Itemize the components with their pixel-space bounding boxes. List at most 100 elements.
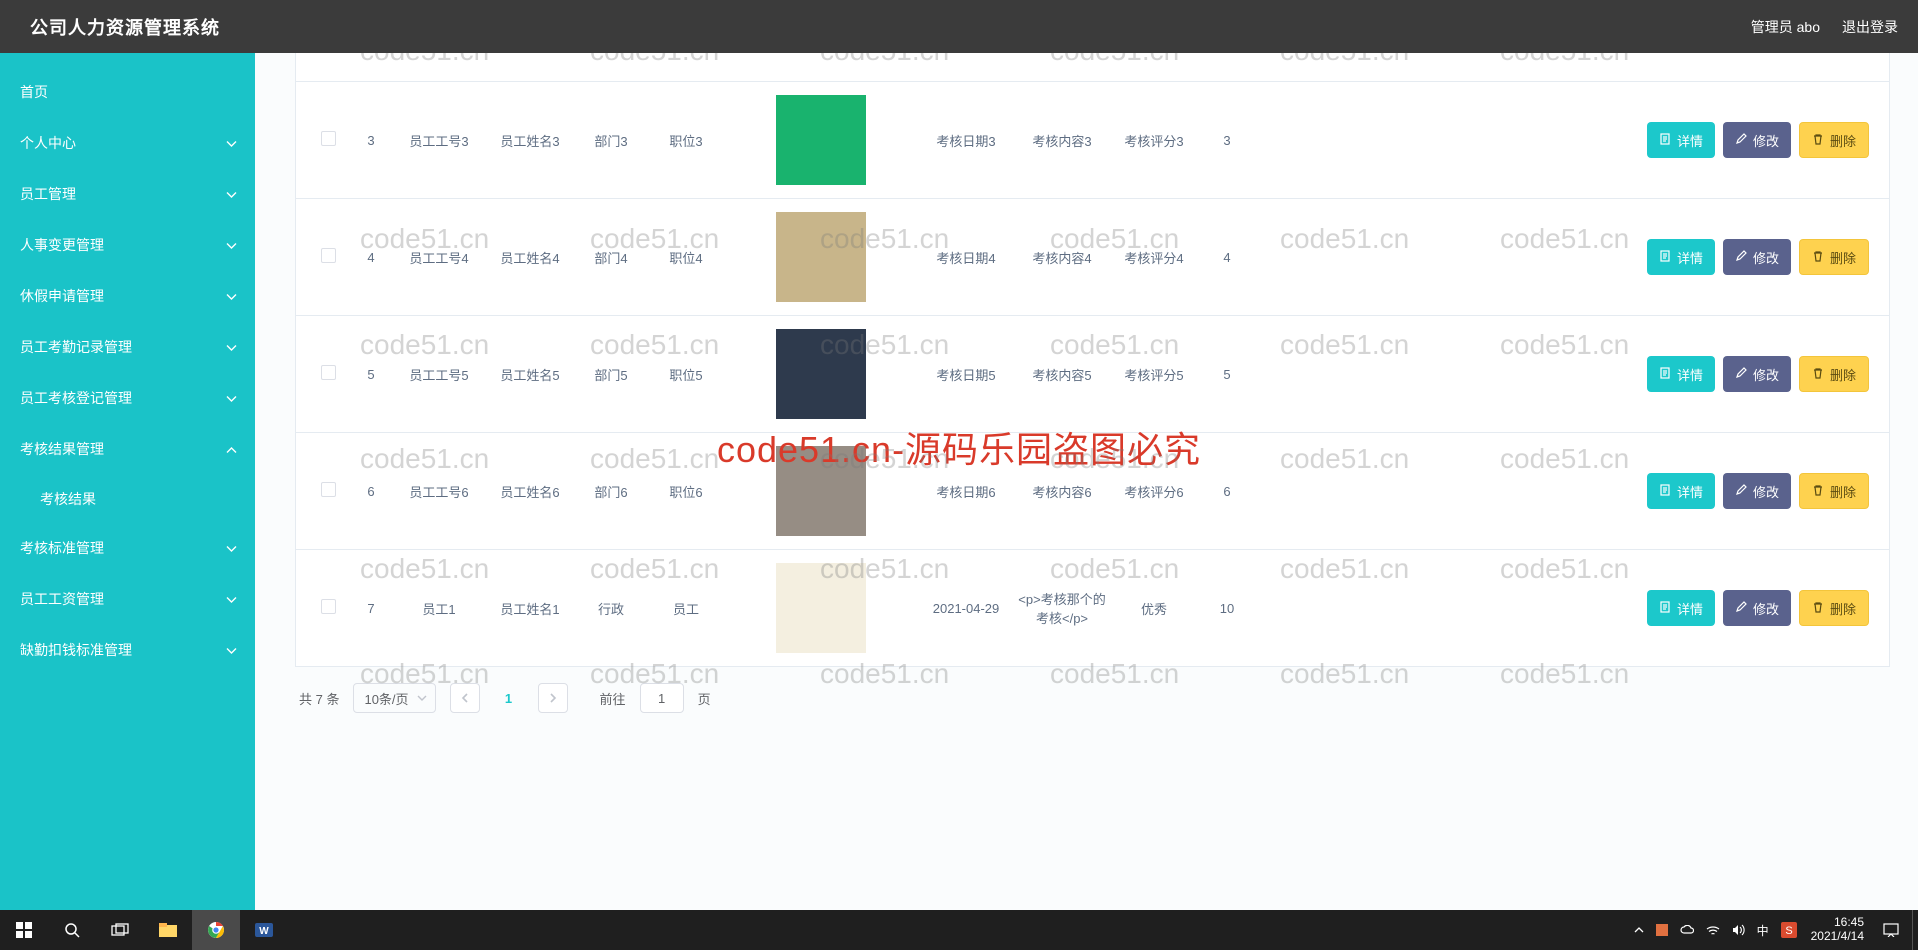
row-checkbox[interactable]	[308, 478, 348, 504]
clock-date: 2021/4/14	[1811, 930, 1864, 944]
tray-ime-label[interactable]: 中	[1757, 922, 1769, 939]
cell-position: 职位4	[646, 244, 726, 271]
detail-button[interactable]: 详情	[1647, 239, 1715, 275]
file-explorer-icon[interactable]	[144, 910, 192, 950]
cell-emp-name: 员工姓名6	[484, 478, 576, 505]
sidebar-item-10[interactable]: 缺勤扣钱标准管理	[0, 625, 255, 676]
detail-button[interactable]: 详情	[1647, 590, 1715, 626]
cell-dept: 行政	[576, 595, 646, 622]
results-table: 3员工工号3员工姓名3部门3职位3考核日期3考核内容3考核评分33详情修改删除4…	[295, 53, 1890, 667]
tray-volume-icon[interactable]	[1732, 924, 1745, 936]
edit-button[interactable]: 修改	[1723, 122, 1791, 158]
detail-button[interactable]: 详情	[1647, 473, 1715, 509]
chevron-down-icon	[226, 545, 237, 552]
table-row: 6员工工号6员工姓名6部门6职位6考核日期6考核内容6考核评分66详情修改删除	[296, 432, 1889, 549]
delete-button[interactable]: 删除	[1799, 122, 1869, 158]
sidebar-item-9[interactable]: 员工工资管理	[0, 574, 255, 625]
pagination-goto-prefix: 前往	[600, 689, 626, 708]
current-user-label[interactable]: 管理员 abo	[1751, 17, 1820, 37]
taskbar-clock[interactable]: 16:45 2021/4/14	[1811, 916, 1870, 944]
sidebar-item-2[interactable]: 员工管理	[0, 169, 255, 220]
pagination-next[interactable]	[538, 683, 568, 713]
chevron-down-icon	[226, 344, 237, 351]
edit-icon	[1735, 367, 1747, 382]
detail-button[interactable]: 详情	[1647, 122, 1715, 158]
edit-button[interactable]: 修改	[1723, 473, 1791, 509]
cell-actions: 详情修改删除	[1254, 235, 1877, 279]
edit-button[interactable]: 修改	[1723, 356, 1791, 392]
word-icon[interactable]: W	[240, 910, 288, 950]
page-size-select[interactable]: 10条/页	[353, 683, 435, 713]
delete-button[interactable]: 删除	[1799, 590, 1869, 626]
document-icon	[1659, 250, 1671, 265]
document-icon	[1659, 367, 1671, 382]
row-checkbox[interactable]	[308, 595, 348, 621]
row-checkbox[interactable]	[308, 127, 348, 153]
chevron-down-icon	[417, 695, 427, 701]
cell-score: 5	[1200, 363, 1254, 386]
cell-content: <p>考核那个的考核</p>	[1016, 585, 1108, 631]
cell-position: 员工	[646, 595, 726, 622]
delete-button[interactable]: 删除	[1799, 473, 1869, 509]
sidebar-subitem-7-0[interactable]: 考核结果	[0, 475, 255, 523]
tray-cloud-icon[interactable]	[1680, 925, 1694, 935]
chevron-down-icon	[226, 191, 237, 198]
delete-button[interactable]: 删除	[1799, 356, 1869, 392]
tray-chevron-up-icon[interactable]	[1634, 927, 1644, 933]
edit-button[interactable]: 修改	[1723, 590, 1791, 626]
sidebar-item-1[interactable]: 个人中心	[0, 118, 255, 169]
cell-index: 7	[348, 597, 394, 620]
row-checkbox[interactable]	[308, 361, 348, 387]
cell-score: 3	[1200, 129, 1254, 152]
chevron-down-icon	[226, 596, 237, 603]
table-row: 5员工工号5员工姓名5部门5职位5考核日期5考核内容5考核评分55详情修改删除	[296, 315, 1889, 432]
search-icon[interactable]	[48, 910, 96, 950]
sidebar-item-4[interactable]: 休假申请管理	[0, 271, 255, 322]
cell-thumbnail	[726, 325, 916, 423]
sidebar-item-7[interactable]: 考核结果管理	[0, 424, 255, 475]
cell-emp-no: 员工1	[394, 595, 484, 622]
cell-index: 5	[348, 363, 394, 386]
trash-icon	[1812, 601, 1824, 616]
sidebar-item-8[interactable]: 考核标准管理	[0, 523, 255, 574]
cell-position: 职位6	[646, 478, 726, 505]
chevron-down-icon	[226, 242, 237, 249]
chrome-icon[interactable]	[192, 910, 240, 950]
sidebar-item-6[interactable]: 员工考核登记管理	[0, 373, 255, 424]
pagination-prev[interactable]	[450, 683, 480, 713]
logout-link[interactable]: 退出登录	[1842, 17, 1898, 37]
tray-wifi-icon[interactable]	[1706, 925, 1720, 936]
cell-position: 职位3	[646, 127, 726, 154]
cell-date: 2021-04-29	[916, 597, 1016, 620]
sidebar-item-0[interactable]: 首页	[0, 67, 255, 118]
task-view-icon[interactable]	[96, 910, 144, 950]
trash-icon	[1812, 133, 1824, 148]
table-row: 4员工工号4员工姓名4部门4职位4考核日期4考核内容4考核评分44详情修改删除	[296, 198, 1889, 315]
cell-emp-name: 员工姓名3	[484, 127, 576, 154]
detail-button[interactable]: 详情	[1647, 356, 1715, 392]
sidebar-item-3[interactable]: 人事变更管理	[0, 220, 255, 271]
edit-button[interactable]: 修改	[1723, 239, 1791, 275]
start-button[interactable]	[0, 910, 48, 950]
cell-actions: 详情修改删除	[1254, 469, 1877, 513]
sidebar: 首页个人中心员工管理人事变更管理休假申请管理员工考勤记录管理员工考核登记管理考核…	[0, 53, 255, 910]
cell-actions: 详情修改删除	[1254, 586, 1877, 630]
tray-ime-badge[interactable]: S	[1781, 922, 1797, 938]
table-row: 7员工1员工姓名1行政员工2021-04-29<p>考核那个的考核</p>优秀1…	[296, 549, 1889, 666]
cell-emp-no: 员工工号3	[394, 127, 484, 154]
system-tray[interactable]: 中 S	[1626, 922, 1811, 939]
delete-button[interactable]: 删除	[1799, 239, 1869, 275]
document-icon	[1659, 601, 1671, 616]
tray-app-icon[interactable]	[1656, 924, 1668, 936]
cell-score-label: 考核评分3	[1108, 127, 1200, 154]
pagination-goto-input[interactable]	[640, 683, 684, 713]
show-desktop-button[interactable]	[1912, 910, 1918, 950]
sidebar-item-5[interactable]: 员工考勤记录管理	[0, 322, 255, 373]
table-row: 3员工工号3员工姓名3部门3职位3考核日期3考核内容3考核评分33详情修改删除	[296, 81, 1889, 198]
cell-thumbnail	[726, 208, 916, 306]
cell-dept: 部门6	[576, 478, 646, 505]
cell-thumbnail	[726, 442, 916, 540]
row-checkbox[interactable]	[308, 244, 348, 270]
pagination-current[interactable]: 1	[494, 683, 524, 713]
notification-center-icon[interactable]	[1870, 910, 1912, 950]
